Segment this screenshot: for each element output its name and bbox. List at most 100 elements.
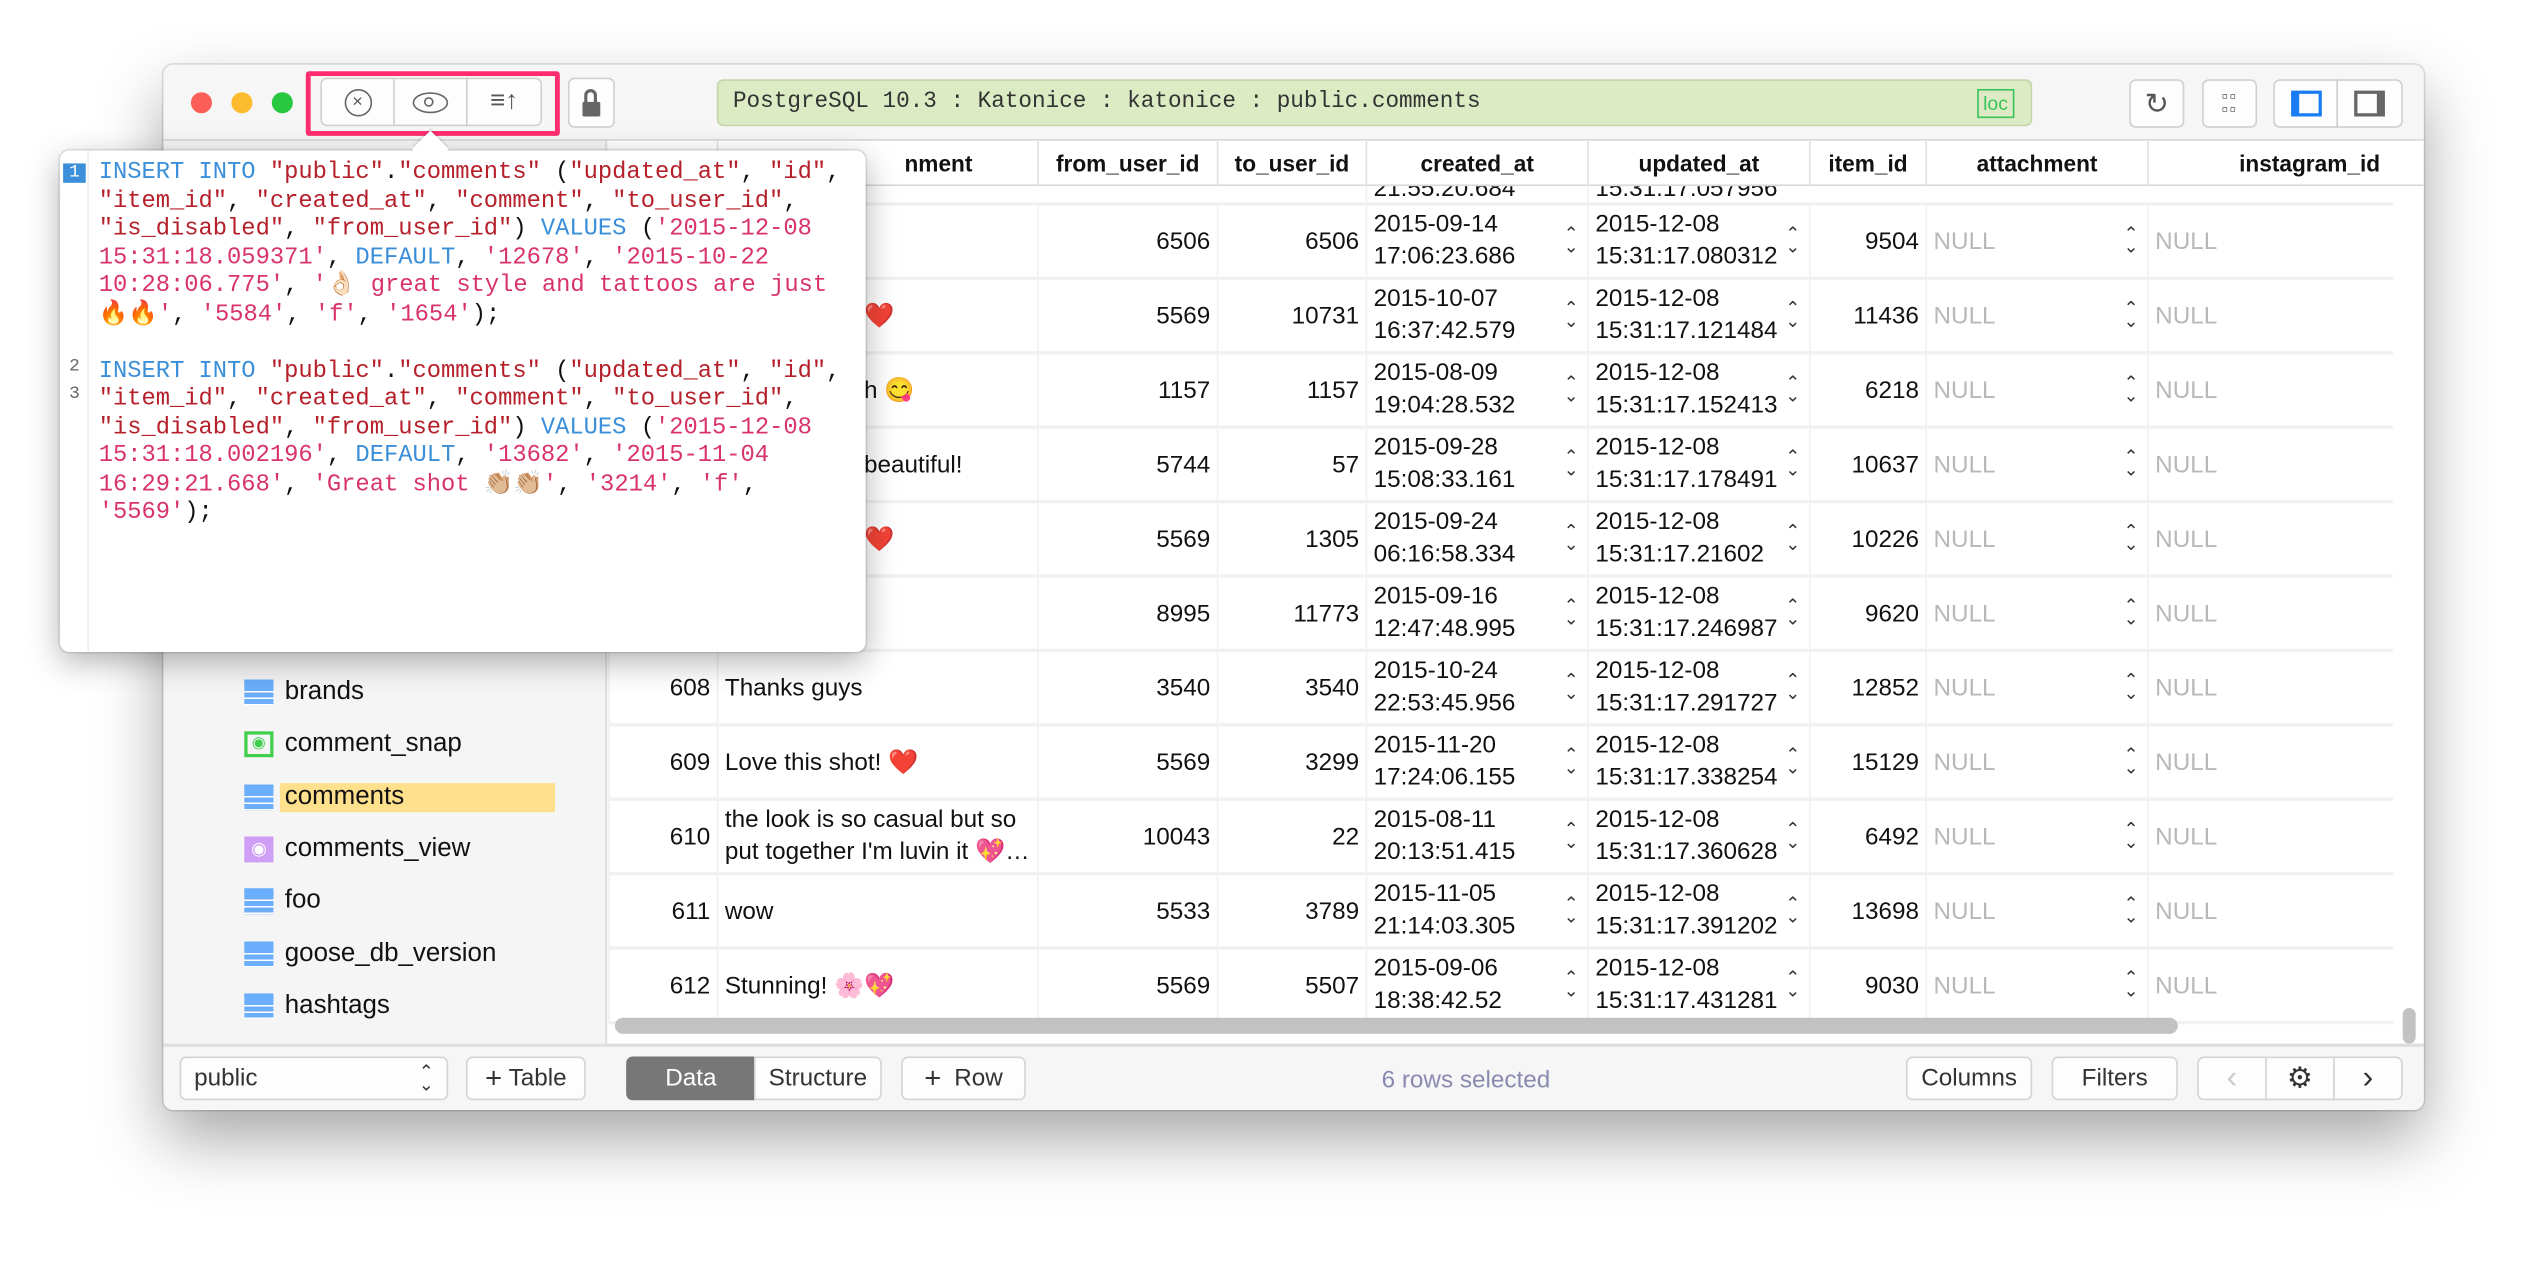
table-row[interactable]: 608 Thanks guys 3540 3540 2015-10-24 22:53:45… xyxy=(608,652,2394,727)
updated-at-cell[interactable]: 2015-12-08 15:31:17.121484 xyxy=(1587,279,1809,352)
id-cell[interactable]: 612 xyxy=(608,949,716,1021)
to-user-id-cell[interactable]: 57 xyxy=(1216,428,1366,500)
attachment-cell[interactable]: NULL xyxy=(1925,279,2147,352)
created-at-cell[interactable]: 2015-08-11 20:13:51.415 xyxy=(1365,800,1588,873)
created-at-cell[interactable]: 2015-09-06 18:38:42.52 xyxy=(1365,949,1588,1021)
stepper-icon[interactable]: ⌃ ⌄ xyxy=(2123,375,2139,406)
table-cell[interactable]: 15:31:17.057956 xyxy=(1587,186,1809,203)
updated-at-cell[interactable]: 2015-12-08 15:31:17.246987 xyxy=(1587,577,1809,649)
stepper-icon[interactable]: ⌃ ⌄ xyxy=(1785,449,1801,480)
updated-at-cell[interactable]: 2015-12-08 15:31:17.391202 xyxy=(1587,875,1809,947)
grid-button[interactable]: ▫▫ ▫▫ xyxy=(2202,79,2258,128)
sidebar-item-comments[interactable]: comments xyxy=(244,779,555,815)
item-id-cell[interactable]: 15129 xyxy=(1808,726,1925,798)
table-row[interactable]: 610 the look is so casual but so put toge… xyxy=(608,800,2394,876)
stepper-icon[interactable]: ⌃ ⌄ xyxy=(2123,523,2139,554)
sql-code[interactable]: INSERT INTO "public"."comments" ("update… xyxy=(99,160,859,528)
table-cell[interactable]: 21:55:20.684 xyxy=(1365,186,1588,203)
minimize-window-button[interactable] xyxy=(231,92,253,114)
columns-button[interactable]: Columns xyxy=(1906,1056,2033,1101)
refresh-button[interactable]: ↻ xyxy=(2129,79,2185,128)
schema-select[interactable]: public ⌃ ⌄ xyxy=(179,1056,449,1101)
updated-at-cell[interactable]: 2015-12-08 15:31:17.338254 xyxy=(1587,726,1809,798)
from-user-id-cell[interactable]: 3540 xyxy=(1037,652,1217,724)
stepper-icon[interactable]: ⌃ ⌄ xyxy=(1563,747,1579,778)
column-header-updated_at[interactable]: updated_at xyxy=(1587,140,1809,187)
from-user-id-cell[interactable]: 6506 xyxy=(1037,205,1217,277)
stepper-icon[interactable]: ⌃ ⌄ xyxy=(1785,747,1801,778)
column-header-created_at[interactable]: created_at xyxy=(1365,140,1588,187)
to-user-id-cell[interactable]: 22 xyxy=(1216,800,1366,873)
to-user-id-cell[interactable]: 5507 xyxy=(1216,949,1366,1021)
filters-button[interactable]: Filters xyxy=(2051,1056,2178,1101)
to-user-id-cell[interactable]: 11773 xyxy=(1216,577,1366,649)
table-row[interactable]: beautiful! 5744 57 2015-09-28 15:08:33.161 ⌃ ⌄… xyxy=(608,428,2394,504)
stepper-icon[interactable]: ⌃ ⌄ xyxy=(1785,970,1801,1001)
sidebar-item-goose_db_version[interactable]: goose_db_version xyxy=(244,936,496,972)
stepper-icon[interactable]: ⌃ ⌄ xyxy=(1785,672,1801,703)
column-header-instagram_id[interactable]: instagram_id xyxy=(2147,140,2393,187)
from-user-id-cell[interactable]: 5569 xyxy=(1037,279,1217,352)
attachment-cell[interactable]: NULL xyxy=(1925,354,2147,426)
item-id-cell[interactable]: 10637 xyxy=(1808,428,1925,500)
stepper-icon[interactable]: ⌃ ⌄ xyxy=(1785,821,1801,852)
sidebar-item-comments_view[interactable]: ◉ comments_view xyxy=(244,831,470,867)
column-header-attachment[interactable]: attachment xyxy=(1925,140,2147,187)
instagram-id-cell[interactable]: NULL xyxy=(2147,354,2393,426)
attachment-cell[interactable]: NULL xyxy=(1925,949,2147,1021)
stepper-icon[interactable]: ⌃ ⌄ xyxy=(1563,523,1579,554)
stepper-icon[interactable]: ⌃ ⌄ xyxy=(2123,672,2139,703)
table-row[interactable]: ❤️ 5569 1305 2015-09-24 06:16:58.334 ⌃ ⌄ 2015-1… xyxy=(608,503,2394,578)
attachment-cell[interactable]: NULL xyxy=(1925,652,2147,724)
horizontal-scrollbar[interactable] xyxy=(614,1017,2178,1034)
vertical-scrollbar[interactable] xyxy=(2402,1008,2416,1044)
from-user-id-cell[interactable]: 1157 xyxy=(1037,354,1217,426)
from-user-id-cell[interactable]: 8995 xyxy=(1037,577,1217,649)
stepper-icon[interactable]: ⌃ ⌄ xyxy=(1563,375,1579,406)
sidebar-item-foo[interactable]: foo xyxy=(244,884,321,920)
toggle-right-pane-button[interactable] xyxy=(2336,79,2403,128)
instagram-id-cell[interactable]: NULL xyxy=(2147,279,2393,352)
close-window-button[interactable] xyxy=(190,92,212,114)
sidebar-item-hashtags[interactable]: hashtags xyxy=(244,988,390,1024)
created-at-cell[interactable]: 2015-09-28 15:08:33.161 xyxy=(1365,428,1588,500)
created-at-cell[interactable]: 2015-10-24 22:53:45.956 xyxy=(1365,652,1588,724)
to-user-id-cell[interactable]: 6506 xyxy=(1216,205,1366,277)
created-at-cell[interactable]: 2015-08-09 19:04:28.532 xyxy=(1365,354,1588,426)
settings-button[interactable]: ⚙ xyxy=(2265,1056,2335,1101)
from-user-id-cell[interactable]: 5569 xyxy=(1037,949,1217,1021)
column-header-from_user_id[interactable]: from_user_id xyxy=(1037,140,1217,187)
created-at-cell[interactable]: 2015-09-24 06:16:58.334 xyxy=(1365,503,1588,575)
instagram-id-cell[interactable]: NULL xyxy=(2147,577,2393,649)
stepper-icon[interactable]: ⌃ ⌄ xyxy=(1563,226,1579,257)
stepper-icon[interactable]: ⌃ ⌄ xyxy=(2123,821,2139,852)
stepper-icon[interactable]: ⌃ ⌄ xyxy=(1563,821,1579,852)
created-at-cell[interactable]: 2015-11-05 21:14:03.305 xyxy=(1365,875,1588,947)
sidebar-item-brands[interactable]: brands xyxy=(244,675,364,711)
item-id-cell[interactable]: 9620 xyxy=(1808,577,1925,649)
attachment-cell[interactable]: NULL xyxy=(1925,875,2147,947)
stepper-icon[interactable]: ⌃ ⌄ xyxy=(1563,449,1579,480)
attachment-cell[interactable]: NULL xyxy=(1925,205,2147,277)
stepper-icon[interactable]: ⌃ ⌄ xyxy=(2123,970,2139,1001)
tab-data[interactable]: Data xyxy=(626,1056,756,1101)
item-id-cell[interactable]: 9504 xyxy=(1808,205,1925,277)
instagram-id-cell[interactable]: NULL xyxy=(2147,875,2393,947)
table-row[interactable]: 21:55:20.684 15:31:17.057956 xyxy=(608,186,2394,206)
stepper-icon[interactable]: ⌃ ⌄ xyxy=(1563,300,1579,331)
table-row[interactable]: 611 wow 5533 3789 2015-11-05 21:14:03.305 ⌃ ⌄ 20… xyxy=(608,875,2394,950)
to-user-id-cell[interactable]: 1305 xyxy=(1216,503,1366,575)
table-row[interactable]: 8995 11773 2015-09-16 12:47:48.995 ⌃ ⌄ 2015-12… xyxy=(608,577,2394,653)
tab-structure[interactable]: Structure xyxy=(753,1056,882,1101)
id-cell[interactable]: 610 xyxy=(608,800,716,873)
column-header-to_user_id[interactable]: to_user_id xyxy=(1216,140,1366,187)
created-at-cell[interactable]: 2015-09-14 17:06:23.686 xyxy=(1365,205,1588,277)
stepper-icon[interactable]: ⌃ ⌄ xyxy=(1785,300,1801,331)
from-user-id-cell[interactable]: 10043 xyxy=(1037,800,1217,873)
to-user-id-cell[interactable]: 10731 xyxy=(1216,279,1366,352)
stepper-icon[interactable]: ⌃ ⌄ xyxy=(2123,896,2139,927)
toggle-left-pane-button[interactable] xyxy=(2273,79,2339,128)
comment-cell[interactable]: Love this shot! ❤️ xyxy=(716,726,1037,798)
instagram-id-cell[interactable]: NULL xyxy=(2147,726,2393,798)
created-at-cell[interactable]: 2015-11-20 17:24:06.155 xyxy=(1365,726,1588,798)
